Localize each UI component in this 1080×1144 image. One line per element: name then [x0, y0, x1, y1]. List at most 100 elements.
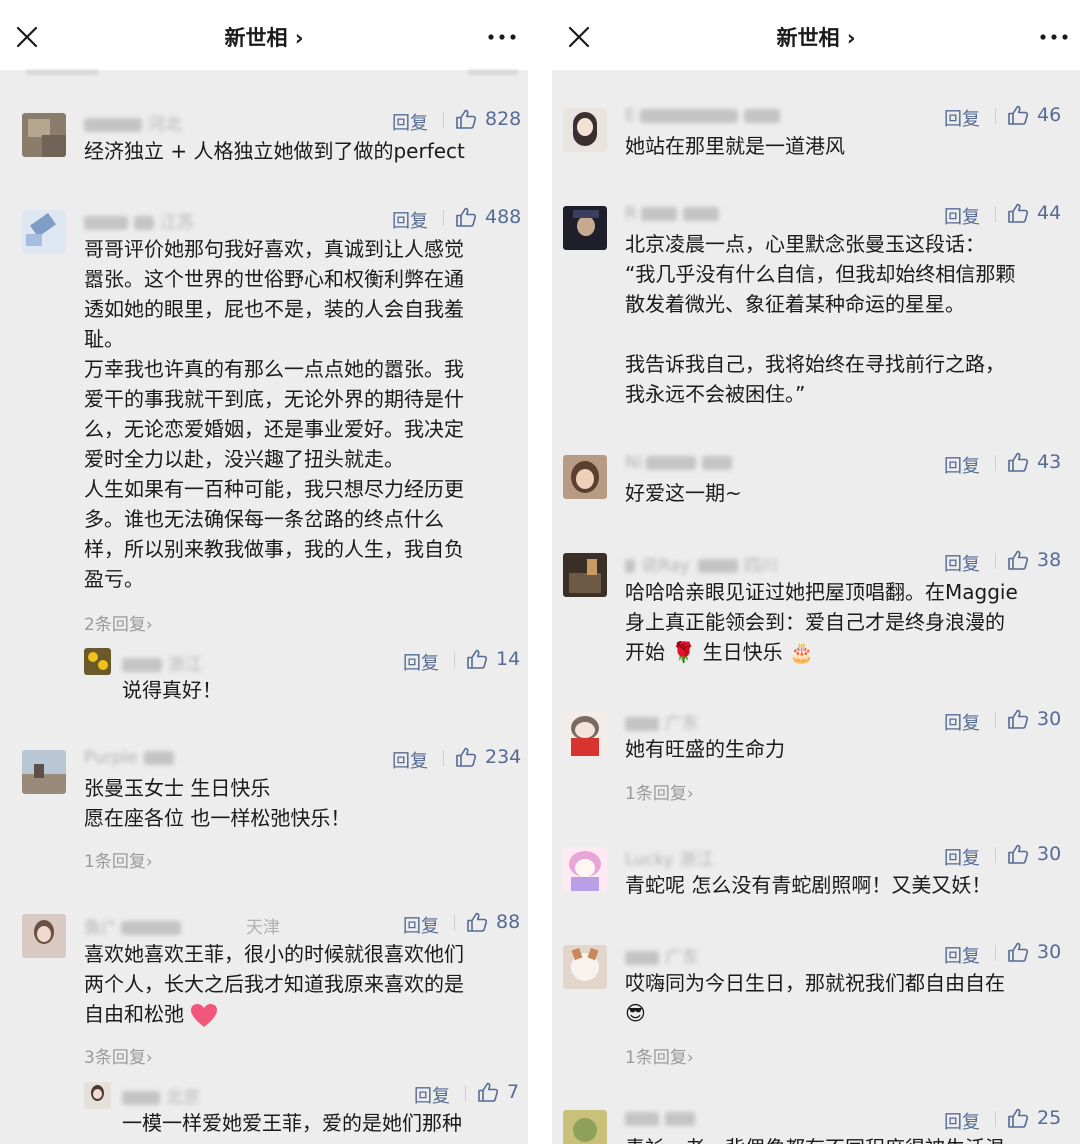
like-button[interactable]: 46 [1007, 104, 1061, 126]
reply-button[interactable]: 回复 [403, 912, 443, 938]
divider [465, 1085, 466, 1101]
reply-button[interactable]: 回复 [944, 550, 984, 576]
like-button[interactable]: 234 [455, 746, 521, 768]
like-button[interactable]: 88 [466, 911, 520, 933]
reply-line: 说得真好！ [122, 678, 222, 702]
username[interactable]: 河北 [84, 110, 182, 135]
avatar[interactable] [84, 1082, 111, 1109]
reply-button[interactable]: 回复 [944, 203, 984, 229]
like-button[interactable]: 43 [1007, 451, 1061, 473]
more-replies-link[interactable]: 1条回复› [625, 779, 694, 804]
like-count: 43 [1037, 451, 1062, 473]
like-count: 25 [1037, 1107, 1062, 1129]
username[interactable] [625, 1109, 701, 1129]
like-button[interactable]: 30 [1007, 708, 1061, 730]
comment-line: 哈哈哈亲眼见证过她把屋顶唱翻。在Maggie [625, 580, 1018, 604]
more-replies-link[interactable]: 3条回复› [84, 1043, 153, 1068]
avatar[interactable] [563, 455, 607, 499]
username[interactable]: 北京 [122, 1083, 200, 1108]
comment-line: 哥哥评价她那句我好喜欢，真诚到让人感觉 [84, 237, 464, 261]
avatar[interactable] [22, 914, 66, 958]
account-title[interactable]: 新世相 › [552, 22, 1080, 52]
top-bar: 新世相 › [0, 0, 528, 70]
username[interactable]: 广东 [625, 709, 699, 734]
reply-button[interactable]: 回复 [944, 452, 984, 478]
user-nickname: Lucky [625, 850, 674, 870]
reply-button[interactable]: 回复 [944, 844, 984, 870]
reply-button[interactable]: 回复 [944, 1108, 984, 1134]
account-title[interactable]: 新世相 › [0, 22, 528, 52]
more-dots-icon[interactable] [1038, 24, 1070, 50]
avatar[interactable] [563, 1110, 607, 1144]
user-location: 河北 [148, 115, 182, 135]
divider [995, 945, 996, 961]
user-nickname: R [625, 204, 637, 224]
more-replies-link[interactable]: 1条回复› [625, 1043, 694, 1068]
avatar[interactable] [563, 553, 607, 597]
reply-button[interactable]: 回复 [944, 709, 984, 735]
comment-text: 青蛇呢 怎么没有青蛇剧照啊！又美又妖！ [625, 870, 991, 900]
thumbs-up-icon [456, 109, 477, 129]
comment-text: 青衫一老，背俚像都有不同程度得被生活温 [625, 1133, 1005, 1144]
like-button[interactable]: 30 [1007, 941, 1061, 963]
avatar[interactable] [563, 108, 607, 152]
avatar[interactable] [22, 750, 66, 794]
username[interactable]: 鱼(" [84, 913, 187, 938]
username[interactable]: 说Ray 四川 [625, 551, 778, 576]
username[interactable]: 浙江 [122, 650, 202, 675]
like-button[interactable]: 25 [1007, 1107, 1061, 1129]
reply-button[interactable]: 回复 [392, 207, 432, 233]
comment-line: 人生如果有一百种可能，我只想尽力经历更 [84, 477, 464, 501]
avatar[interactable] [563, 945, 607, 989]
like-button[interactable]: 488 [455, 206, 521, 228]
comment-line: 青蛇呢 怎么没有青蛇剧照啊！又美又妖！ [625, 873, 992, 897]
comment-line: 盈亏。 [84, 567, 144, 591]
like-button[interactable]: 44 [1007, 202, 1061, 224]
avatar[interactable] [22, 113, 66, 157]
like-button[interactable]: 30 [1007, 843, 1061, 865]
reply-button[interactable]: 回复 [392, 109, 432, 135]
user-location: 江苏 [160, 213, 194, 233]
avatar[interactable] [563, 847, 607, 891]
username[interactable]: Purple [84, 748, 180, 768]
like-button[interactable]: 7 [477, 1081, 519, 1103]
avatar[interactable] [84, 648, 111, 675]
comment-text: 经济独立 + 人格独立她做到了做的perfect [84, 136, 465, 166]
username[interactable]: R [625, 204, 725, 224]
comment-line: 散发着微光、象征着某种命运的星星。 [625, 292, 965, 316]
more-replies-link[interactable]: 1条回复› [84, 847, 153, 872]
username[interactable]: 江苏 [84, 208, 194, 233]
thumbs-up-icon [1008, 709, 1029, 729]
comment-line: “我几乎没有什么自信，但我却始终相信那颗 [625, 262, 1016, 286]
thumbs-up-icon [1008, 942, 1029, 962]
avatar[interactable] [563, 712, 607, 756]
username[interactable]: Ni [625, 453, 738, 473]
thumbs-up-icon [1008, 203, 1029, 223]
username[interactable]: E [625, 106, 786, 126]
avatar[interactable] [22, 210, 66, 254]
user-location: 四川 [743, 556, 778, 576]
like-button[interactable]: 14 [466, 648, 520, 670]
comment-text: 她站在那里就是一道港风 [625, 131, 845, 161]
like-button[interactable]: 38 [1007, 549, 1061, 571]
thumbs-up-icon [1008, 105, 1029, 125]
clipped-text-strip [0, 70, 528, 78]
reply-button[interactable]: 回复 [944, 105, 984, 131]
username[interactable]: 广东 [625, 943, 699, 968]
like-button[interactable]: 828 [455, 108, 521, 130]
more-dots-icon[interactable] [486, 24, 518, 50]
comment-text: 哥哥评价她那句我好喜欢，真诚到让人感觉 嚣张。这个世界的世俗野心和权衡利弊在通 … [84, 234, 464, 594]
comment-line: 张曼玉女士 生日快乐 [84, 776, 271, 800]
divider [995, 206, 996, 222]
user-location: 广东 [665, 714, 699, 734]
more-replies-link[interactable]: 2条回复› [84, 610, 153, 635]
reply-button[interactable]: 回复 [403, 649, 443, 675]
username[interactable]: Lucky 浙江 [625, 845, 714, 870]
comment-text: 好爱这一期~ [625, 478, 742, 508]
user-location: 广东 [665, 948, 699, 968]
reply-button[interactable]: 回复 [392, 747, 432, 773]
reply-button[interactable]: 回复 [944, 942, 984, 968]
reply-button[interactable]: 回复 [414, 1082, 454, 1108]
divider [454, 652, 455, 668]
avatar[interactable] [563, 206, 607, 250]
